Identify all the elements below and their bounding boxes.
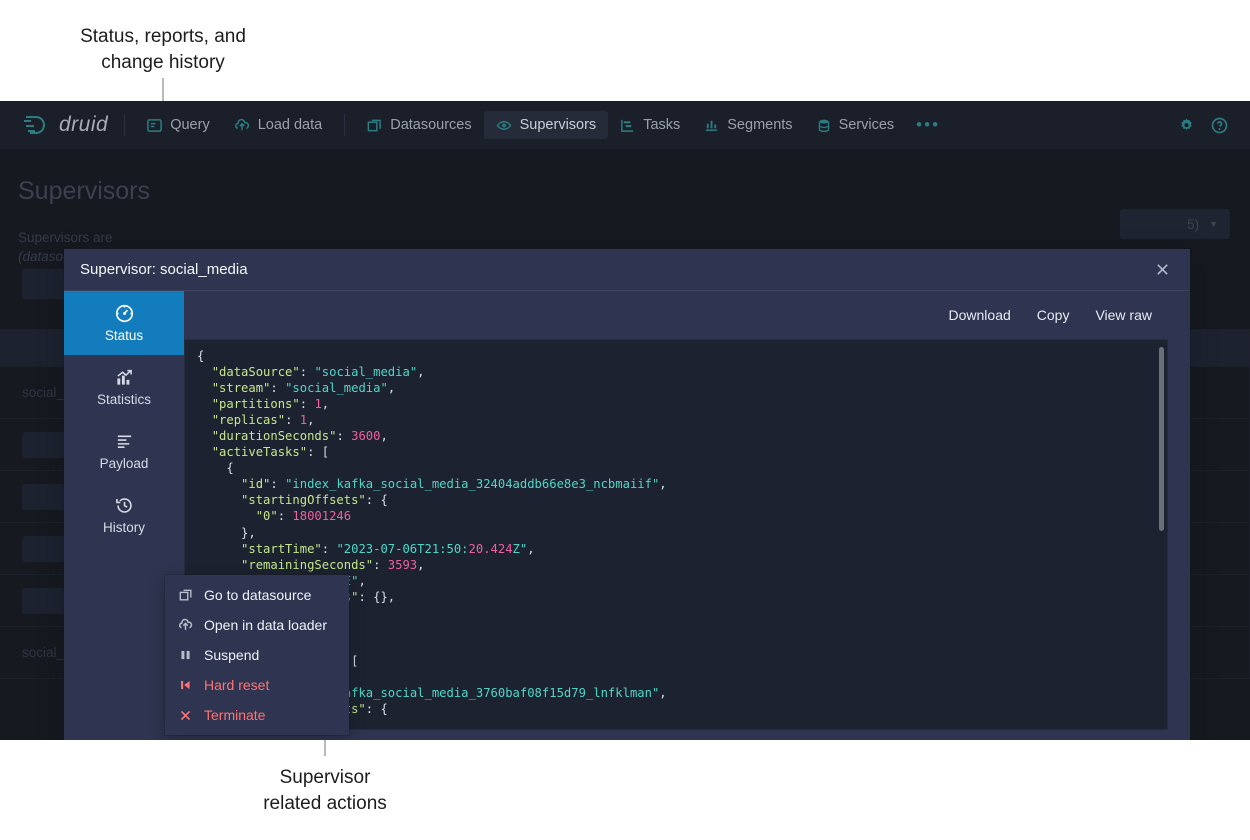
- json-toolbar: Download Copy View raw: [184, 291, 1174, 339]
- nav-right-actions: [1178, 117, 1234, 134]
- page-filter-select[interactable]: 5) ▼: [1120, 209, 1230, 239]
- json-line: "startTime": "2023-07-06T21:50:20.424Z",: [197, 541, 1155, 557]
- query-icon: [147, 118, 162, 133]
- view-raw-button[interactable]: View raw: [1095, 307, 1152, 323]
- download-button[interactable]: Download: [949, 307, 1011, 323]
- json-scrollbar[interactable]: [1157, 343, 1164, 726]
- nav-item-services[interactable]: Services: [805, 111, 907, 139]
- cloud-upload-icon: [234, 118, 250, 133]
- json-line: "replicas": 1,: [197, 412, 1155, 428]
- annotation-bottom: Supervisor related actions: [210, 765, 440, 817]
- nav-label: Supervisors: [520, 117, 597, 133]
- druid-logo[interactable]: druid: [16, 113, 108, 137]
- menu-item-label: Go to datasource: [204, 587, 311, 603]
- json-line: "0": 18001246: [197, 508, 1155, 524]
- druid-console: druid Query Load data Datasou: [0, 101, 1250, 740]
- stack-icon: [367, 118, 382, 133]
- dialog-header: Supervisor: social_media: [64, 249, 1190, 291]
- dashboard-icon: [115, 304, 134, 323]
- history-icon: [115, 496, 134, 515]
- json-line: "partitions": 1,: [197, 396, 1155, 412]
- page-filter-value: 5): [1187, 217, 1199, 232]
- json-line: },: [197, 525, 1155, 541]
- dialog-title: Supervisor: social_media: [80, 261, 1148, 278]
- tab-history[interactable]: History: [64, 483, 184, 547]
- nav-label: Load data: [258, 117, 323, 133]
- stack-icon: [178, 588, 193, 602]
- json-line: "durationSeconds": 3600,: [197, 428, 1155, 444]
- json-line: {: [197, 348, 1155, 364]
- menu-item-label: Terminate: [204, 707, 265, 723]
- page-title: Supervisors: [18, 177, 1232, 206]
- nav-divider-1: [124, 114, 125, 136]
- help-icon[interactable]: [1211, 117, 1228, 134]
- database-icon: [817, 118, 831, 133]
- nav-item-datasources[interactable]: Datasources: [355, 111, 483, 139]
- annotation-top: Status, reports, and change history: [34, 24, 292, 76]
- tab-label: Payload: [100, 456, 149, 471]
- cloud-upload-icon: [178, 618, 193, 632]
- menu-item-label: Open in data loader: [204, 617, 327, 633]
- nav-item-load-data[interactable]: Load data: [222, 111, 335, 139]
- chart-icon: [115, 368, 134, 387]
- tab-label: Status: [105, 328, 143, 343]
- menu-item-terminate[interactable]: Terminate: [165, 700, 349, 730]
- chevron-down-icon: ▼: [1209, 219, 1218, 229]
- nav-item-query[interactable]: Query: [135, 111, 222, 139]
- nav-more-button[interactable]: •••: [906, 115, 950, 135]
- brand-label: druid: [59, 113, 108, 137]
- step-backward-icon: [178, 678, 193, 692]
- tab-label: History: [103, 520, 145, 535]
- align-left-icon: [115, 432, 134, 451]
- tab-label: Statistics: [97, 392, 151, 407]
- nav-item-supervisors[interactable]: Supervisors: [484, 111, 609, 139]
- json-line: "stream": "social_media",: [197, 380, 1155, 396]
- cross-icon: [178, 709, 193, 722]
- menu-item-label: Suspend: [204, 647, 259, 663]
- menu-item-label: Hard reset: [204, 677, 269, 693]
- page-subtitle-line1: Supervisors are: [18, 228, 1232, 247]
- menu-item-suspend[interactable]: Suspend: [165, 640, 349, 670]
- gear-icon[interactable]: [1178, 117, 1195, 134]
- json-line: {: [197, 460, 1155, 476]
- actions-context-menu: Go to datasource Open in data loader Sus…: [165, 575, 349, 735]
- copy-button[interactable]: Copy: [1037, 307, 1070, 323]
- menu-item-go-to-datasource[interactable]: Go to datasource: [165, 580, 349, 610]
- nav-item-segments[interactable]: Segments: [692, 111, 804, 139]
- json-line: "dataSource": "social_media",: [197, 364, 1155, 380]
- nav-label: Segments: [727, 117, 792, 133]
- pause-icon: [178, 648, 193, 662]
- tab-status[interactable]: Status: [64, 291, 184, 355]
- nav-divider-2: [344, 114, 345, 136]
- nav-label: Tasks: [643, 117, 680, 133]
- eye-icon: [496, 118, 512, 133]
- top-navigation-bar: druid Query Load data Datasou: [0, 101, 1250, 149]
- tab-statistics[interactable]: Statistics: [64, 355, 184, 419]
- nav-label: Services: [839, 117, 895, 133]
- close-icon[interactable]: [1148, 256, 1176, 284]
- json-line: "startingOffsets": {: [197, 492, 1155, 508]
- nav-item-tasks[interactable]: Tasks: [608, 111, 692, 139]
- tab-payload[interactable]: Payload: [64, 419, 184, 483]
- json-line: "remainingSeconds": 3593,: [197, 557, 1155, 573]
- menu-item-open-in-data-loader[interactable]: Open in data loader: [165, 610, 349, 640]
- nav-label: Datasources: [390, 117, 471, 133]
- json-scrollbar-thumb[interactable]: [1159, 347, 1164, 531]
- segment-icon: [704, 118, 719, 133]
- nav-label: Query: [170, 117, 210, 133]
- screenshot-root: Status, reports, and change history Supe…: [0, 0, 1250, 840]
- json-line: "id": "index_kafka_social_media_32404add…: [197, 476, 1155, 492]
- json-line: "activeTasks": [: [197, 444, 1155, 460]
- menu-item-hard-reset[interactable]: Hard reset: [165, 670, 349, 700]
- gantt-chart-icon: [620, 118, 635, 133]
- druid-mark-icon: [22, 114, 50, 136]
